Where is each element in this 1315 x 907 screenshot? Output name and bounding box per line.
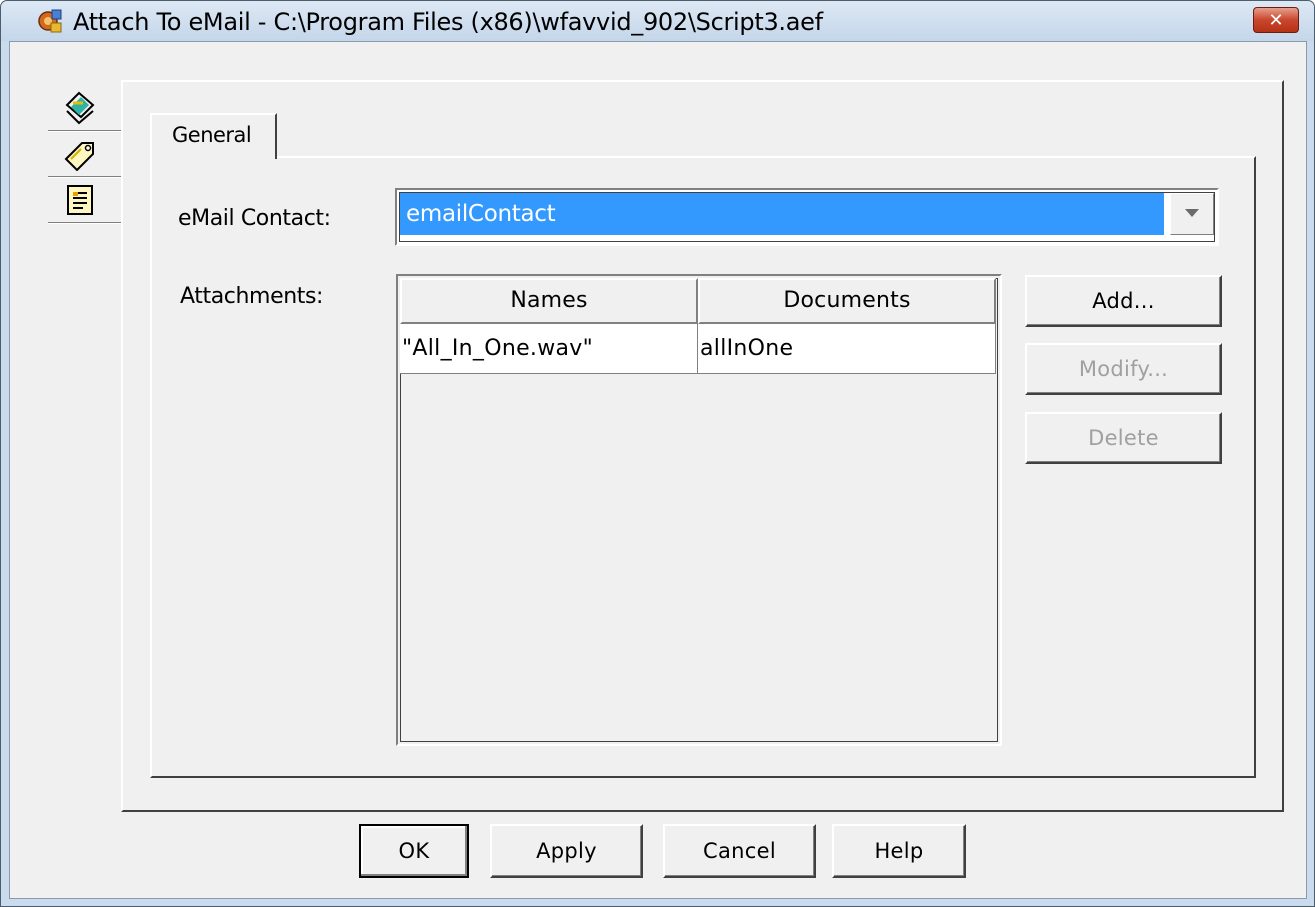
app-script-icon [37, 8, 63, 34]
email-contact-value[interactable]: emailContact [400, 193, 1164, 235]
close-button[interactable]: ✕ [1253, 7, 1299, 33]
side-tab-notes[interactable] [38, 180, 122, 224]
chevron-down-icon [1184, 205, 1200, 223]
combo-dropdown-button[interactable] [1170, 193, 1214, 235]
ok-button[interactable]: OK [359, 824, 469, 878]
attachments-label: Attachments: [180, 284, 324, 309]
table-cell-document[interactable]: allInOne [698, 324, 996, 374]
close-icon: ✕ [1268, 10, 1284, 30]
modify-button[interactable]: Modify... [1025, 343, 1222, 395]
email-contact-label: eMail Contact: [178, 206, 331, 231]
side-tab-divider [48, 222, 122, 224]
side-tab-general[interactable] [38, 88, 122, 132]
delete-button[interactable]: Delete [1025, 412, 1222, 464]
side-tab-divider [48, 176, 122, 178]
label-tag-icon [63, 137, 97, 176]
add-button[interactable]: Add... [1025, 275, 1222, 327]
column-header-names[interactable]: Names [400, 278, 698, 324]
window-title: Attach To eMail - C:\Program Files (x86)… [73, 8, 823, 36]
apply-button[interactable]: Apply [490, 824, 643, 878]
general-tag-icon [63, 91, 97, 130]
cancel-button[interactable]: Cancel [663, 824, 816, 878]
tab-general[interactable]: General [150, 113, 277, 159]
column-header-documents[interactable]: Documents [698, 278, 996, 324]
email-contact-combobox[interactable]: emailContact [395, 188, 1219, 246]
notes-document-icon [65, 184, 95, 221]
side-tab-label[interactable] [38, 134, 122, 178]
table-cell-name[interactable]: "All_In_One.wav" [400, 324, 698, 374]
attachments-table[interactable]: Names Documents "All_In_One.wav" allInOn… [396, 274, 1002, 746]
side-tab-divider [48, 130, 122, 132]
help-button[interactable]: Help [832, 824, 966, 878]
title-bar[interactable]: Attach To eMail - C:\Program Files (x86)… [1, 1, 1314, 41]
